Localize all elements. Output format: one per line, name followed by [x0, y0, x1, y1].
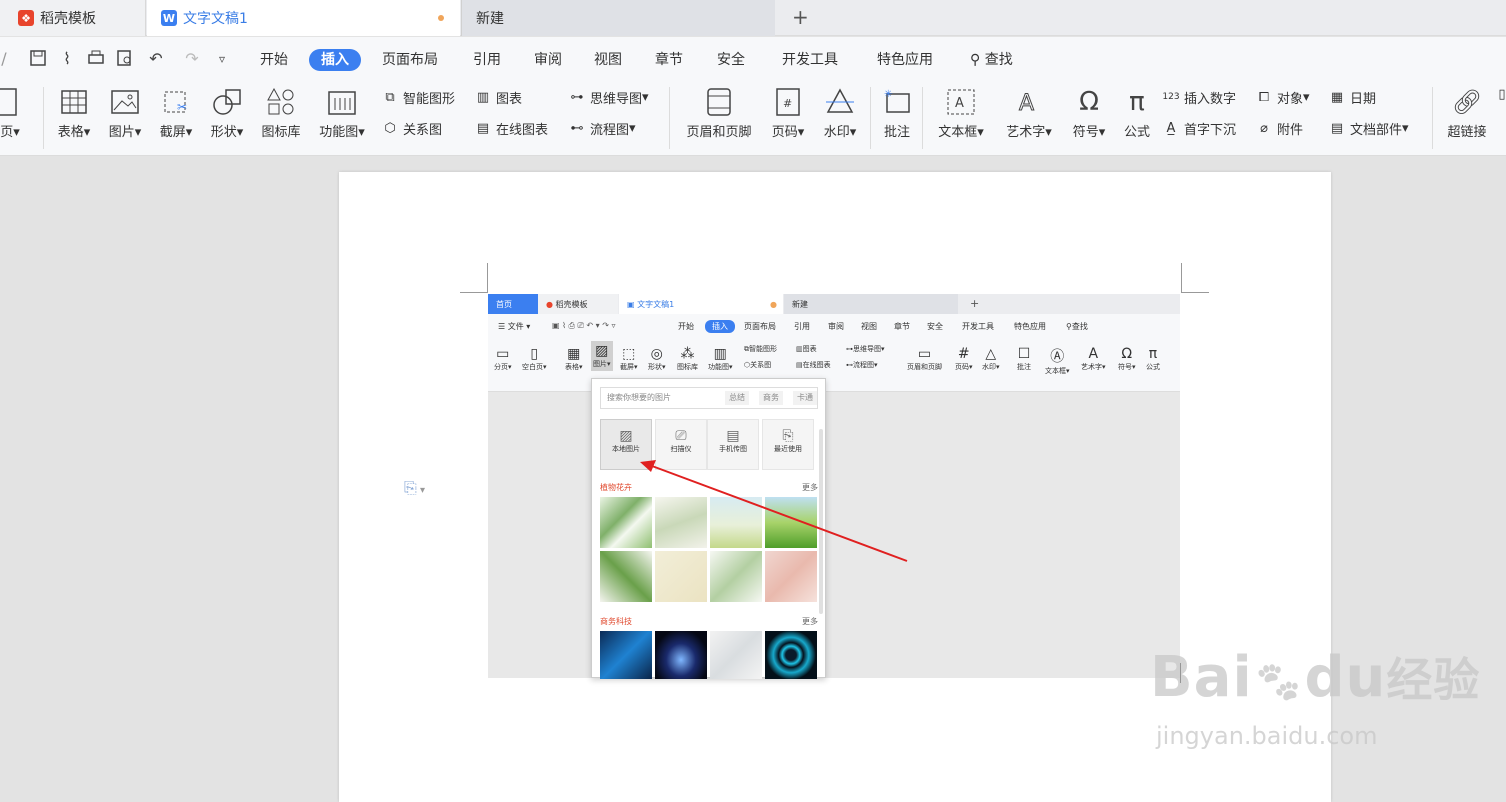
watermark-url: jingyan.baidu.com [1156, 722, 1378, 750]
baidu-watermark: Bai🐾︎du经验 [1150, 645, 1481, 710]
